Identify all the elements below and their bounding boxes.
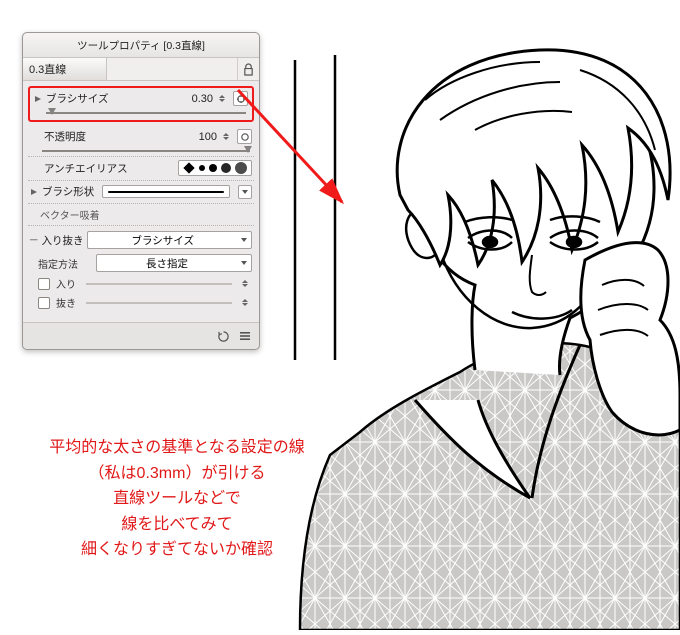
in-slider[interactable] [86,283,232,285]
brush-size-value[interactable]: 0.30 [181,93,215,105]
brush-size-stepper[interactable] [219,92,229,106]
brush-size-dynamics-button[interactable] [233,91,248,106]
opacity-label: 不透明度 [44,129,86,144]
antialias-none-icon[interactable] [183,162,194,173]
preset-bar: 0.3直線 [23,58,259,81]
menu-button[interactable] [237,328,253,344]
antialias-picker[interactable] [178,160,252,176]
method-label: 指定方法 [38,256,90,271]
in-stepper[interactable] [242,277,252,291]
inout-mode-select[interactable]: ブラシサイズ [87,231,252,249]
vector-snap-label: ベクター吸着 [28,204,254,226]
brush-size-highlight: ブラシサイズ 0.30 [28,86,254,122]
brush-shape-label: ブラシ形状 [42,184,94,199]
annotation-caption: 平均的な太さの基準となる設定の線 （私は0.3mm）が引ける 直線ツールなどで … [42,435,312,563]
panel-title: ツールプロパティ [0.3直線] [23,33,259,58]
opacity-value[interactable]: 100 [185,131,219,143]
inout-section-label: 入り抜き [41,233,83,248]
out-slider[interactable] [86,302,232,304]
out-checkbox[interactable] [38,297,50,309]
brush-size-label: ブラシサイズ [46,91,108,106]
opacity-stepper[interactable] [223,130,233,144]
antialias-label: アンチエイリアス [44,161,128,176]
tool-property-panel: ツールプロパティ [0.3直線] 0.3直線 ブラシサイズ 0.30 [22,32,260,350]
reset-button[interactable] [215,328,231,344]
disclosure-icon[interactable] [30,188,38,196]
out-label: 抜き [56,295,76,310]
in-checkbox[interactable] [38,278,50,290]
in-label: 入り [56,276,76,291]
out-stepper[interactable] [242,296,252,310]
brush-shape-preview[interactable] [102,185,230,198]
antialias-max-icon[interactable] [235,162,247,174]
opacity-dynamics-button[interactable] [237,129,252,144]
antialias-strong-icon[interactable] [221,163,231,173]
preset-tab[interactable]: 0.3直線 [23,58,107,80]
brush-size-slider[interactable] [46,112,246,114]
brush-shape-dropdown[interactable] [238,185,252,199]
antialias-weak-icon[interactable] [199,165,205,171]
lock-button[interactable] [237,58,259,80]
method-select[interactable]: 長さ指定 [96,254,252,272]
disclosure-icon[interactable] [34,95,42,103]
opacity-slider[interactable] [42,150,250,152]
antialias-mid-icon[interactable] [209,164,217,172]
